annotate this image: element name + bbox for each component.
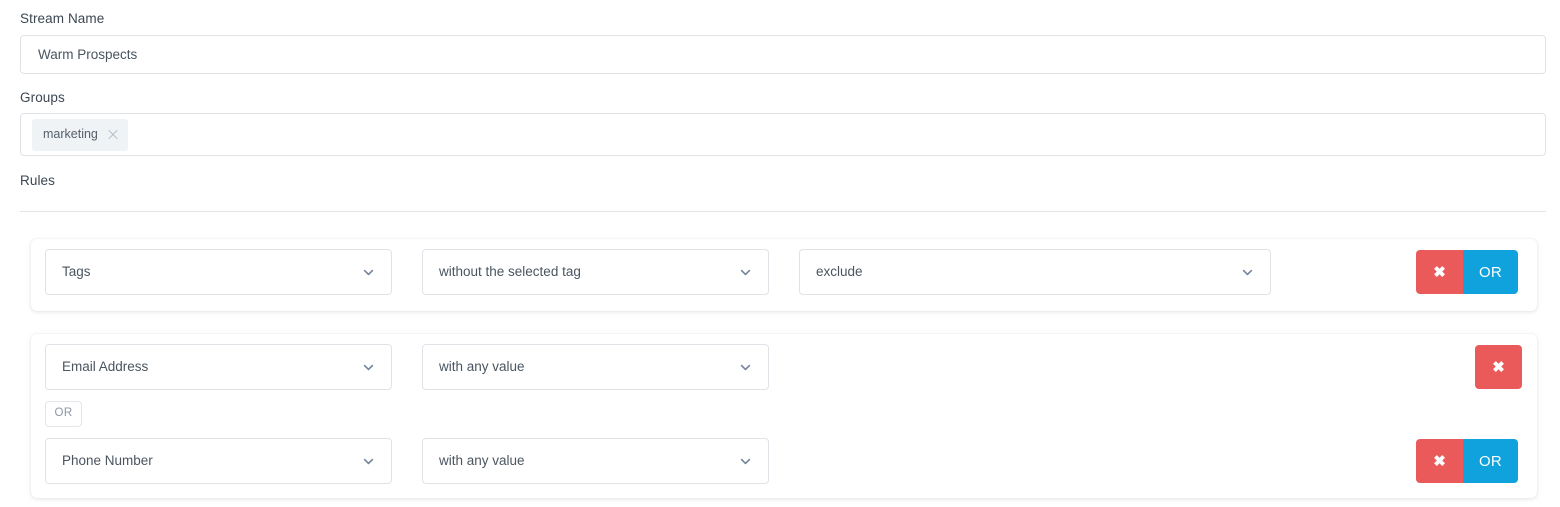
stream-name-label: Stream Name	[20, 11, 105, 26]
rule-3-operator-value: with any value	[439, 454, 525, 468]
rule-1-field-value: Tags	[62, 265, 91, 279]
group-tag-label: marketing	[43, 127, 98, 142]
rule-2-field-select[interactable]: Email Address	[45, 344, 392, 390]
close-icon: ✖	[1433, 263, 1446, 281]
section-divider	[20, 211, 1546, 212]
rule-1-value-select[interactable]: exclude	[799, 249, 1271, 295]
groups-input[interactable]: marketing	[20, 113, 1546, 156]
rule-2-operator-value: with any value	[439, 360, 525, 374]
rule-1-delete-button[interactable]: ✖	[1416, 250, 1463, 294]
chevron-down-icon	[740, 458, 751, 464]
rule-3-or-label: OR	[1478, 452, 1503, 470]
rule-1-operator-select[interactable]: without the selected tag	[422, 249, 769, 295]
rule-1-field-select[interactable]: Tags	[45, 249, 392, 295]
stream-name-input[interactable]: Warm Prospects	[20, 35, 1546, 74]
rule-1-value-value: exclude	[816, 265, 863, 279]
rule-group-2-joiner: OR	[45, 401, 82, 427]
rule-3-field-select[interactable]: Phone Number	[45, 438, 392, 484]
chevron-down-icon	[740, 364, 751, 370]
rule-3-or-button[interactable]: OR	[1463, 439, 1518, 483]
rule-3-delete-button[interactable]: ✖	[1416, 439, 1463, 483]
group-tag-chip[interactable]: marketing	[32, 118, 128, 151]
stream-name-value: Warm Prospects	[38, 46, 138, 62]
rule-3-operator-select[interactable]: with any value	[422, 438, 769, 484]
rule-2-field-value: Email Address	[62, 360, 149, 374]
rule-group-1: Tags without the selected tag exclude ✖ …	[31, 239, 1537, 311]
rule-2-delete-button[interactable]: ✖	[1475, 345, 1522, 389]
close-icon: ✖	[1492, 358, 1505, 376]
rule-2-operator-select[interactable]: with any value	[422, 344, 769, 390]
rules-label: Rules	[20, 173, 56, 188]
rule-group-2-joiner-label: OR	[54, 407, 73, 420]
chevron-down-icon	[363, 364, 374, 370]
rule-1-operator-value: without the selected tag	[439, 265, 581, 279]
stream-editor-form: Stream Name Warm Prospects Groups market…	[0, 0, 1560, 507]
rule-1-or-button[interactable]: OR	[1463, 250, 1518, 294]
close-icon: ✖	[1433, 452, 1446, 470]
close-icon[interactable]	[107, 129, 119, 141]
chevron-down-icon	[363, 458, 374, 464]
rule-3-field-value: Phone Number	[62, 454, 153, 468]
groups-label: Groups	[20, 90, 65, 105]
chevron-down-icon	[1242, 269, 1253, 275]
chevron-down-icon	[363, 269, 374, 275]
chevron-down-icon	[740, 269, 751, 275]
rule-group-2: Email Address with any value ✖ OR Phone …	[31, 334, 1537, 498]
rule-1-or-label: OR	[1478, 263, 1503, 281]
